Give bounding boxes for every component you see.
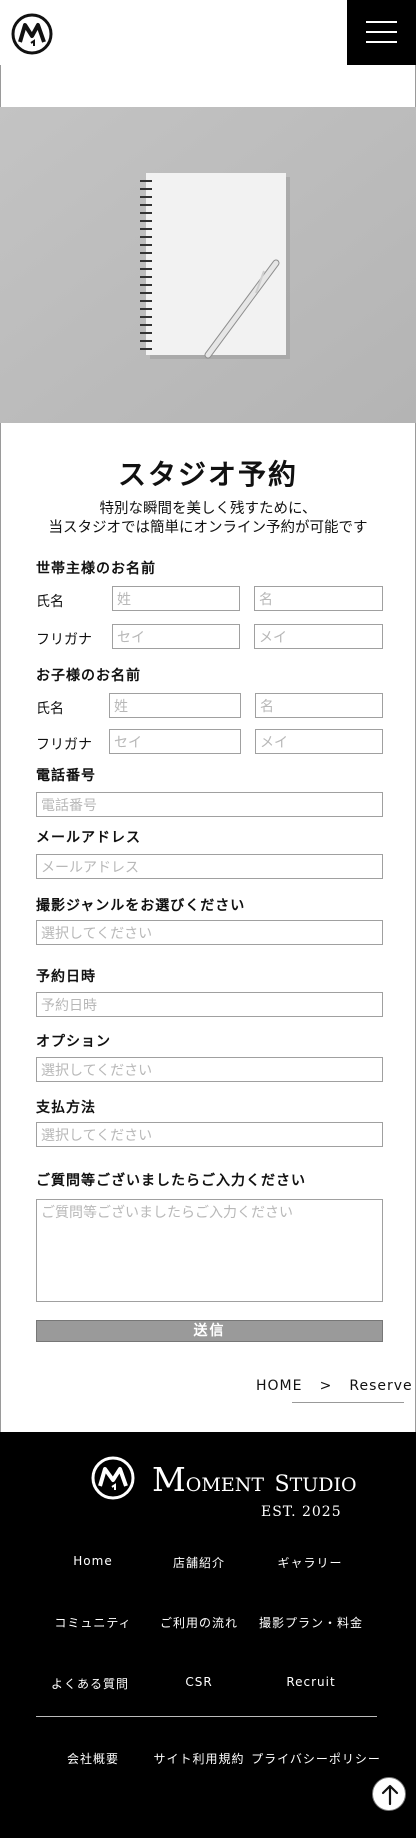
footer-est-year: EST. 2025	[261, 1504, 342, 1520]
page-lead: 特別な瞬間を美しく残すために、 当スタジオでは簡単にオンライン予約が可能です	[0, 500, 416, 538]
breadcrumb-underline	[292, 1402, 404, 1403]
phone-input[interactable]: 電話番号	[36, 792, 383, 817]
footer-link-privacy[interactable]: プライバシーポリシー	[251, 1750, 381, 1767]
householder-name-label: 氏名	[36, 594, 64, 610]
child-name-label: 氏名	[36, 701, 64, 717]
inquiry-heading: ご質問等ございましたらご入力ください	[36, 1173, 306, 1189]
breadcrumb: HOME > Reserve	[256, 1378, 413, 1394]
lead-line: 特別な瞬間を美しく残すために、	[99, 501, 317, 517]
footer-link-terms[interactable]: サイト利用規約	[139, 1750, 259, 1767]
hero-image	[0, 107, 416, 423]
breadcrumb-current: Reserve	[349, 1378, 413, 1394]
footer-link-recruit[interactable]: Recruit	[251, 1675, 371, 1689]
breadcrumb-home-link[interactable]: HOME	[256, 1378, 302, 1394]
payment-select[interactable]: 選択してください	[36, 1122, 383, 1147]
moment-studio-logo-icon[interactable]	[11, 13, 53, 55]
footer-link-store[interactable]: 店舗紹介	[139, 1554, 259, 1571]
child-kana-label: フリガナ	[36, 737, 92, 753]
site-footer: MOMENT STUDIO EST. 2025 Home 店舗紹介 ギャラリー …	[0, 1432, 416, 1838]
footer-divider	[36, 1716, 377, 1717]
submit-button[interactable]: 送信	[36, 1320, 383, 1342]
householder-kana-label: フリガナ	[36, 632, 92, 648]
footer-brand-name: MOMENT STUDIO	[152, 1460, 357, 1499]
householder-last-name-input[interactable]: 姓	[112, 586, 240, 611]
footer-link-company[interactable]: 会社概要	[33, 1750, 153, 1767]
footer-link-home[interactable]: Home	[33, 1554, 153, 1568]
brand-word: OMENT	[185, 1474, 264, 1496]
brand-letter: M	[152, 1460, 186, 1499]
householder-last-kana-input[interactable]: セイ	[112, 624, 240, 649]
brand-word: TUDIO	[289, 1474, 357, 1496]
householder-first-kana-input[interactable]: メイ	[254, 624, 383, 649]
child-first-name-input[interactable]: 名	[255, 693, 383, 718]
footer-link-faq[interactable]: よくある質問	[30, 1675, 150, 1692]
arrow-up-icon	[381, 1784, 399, 1806]
footer-link-flow[interactable]: ご利用の流れ	[139, 1614, 259, 1631]
hamburger-menu-icon	[366, 41, 397, 43]
option-select[interactable]: 選択してください	[36, 1057, 383, 1082]
footer-link-plan[interactable]: 撮影プラン・料金	[251, 1614, 371, 1631]
email-input[interactable]: メールアドレス	[36, 854, 383, 879]
hamburger-menu-button[interactable]	[347, 0, 416, 65]
genre-select[interactable]: 選択してください	[36, 920, 383, 945]
genre-heading: 撮影ジャンルをお選びください	[36, 898, 246, 914]
email-heading: メールアドレス	[36, 830, 141, 846]
brand-letter: S	[274, 1472, 290, 1497]
hamburger-menu-icon	[366, 31, 397, 33]
phone-heading: 電話番号	[36, 768, 96, 784]
option-heading: オプション	[36, 1034, 111, 1050]
moment-studio-logo-icon[interactable]	[85, 1452, 141, 1504]
householder-name-heading: 世帯主様のお名前	[36, 561, 156, 577]
footer-link-community[interactable]: コミュニティ	[33, 1614, 153, 1631]
child-name-heading: お子様のお名前	[36, 668, 141, 684]
child-last-name-input[interactable]: 姓	[109, 693, 241, 718]
date-input[interactable]: 予約日時	[36, 992, 383, 1017]
child-first-kana-input[interactable]: メイ	[255, 729, 383, 754]
payment-heading: 支払方法	[36, 1100, 96, 1116]
footer-link-csr[interactable]: CSR	[139, 1675, 259, 1689]
lead-line: 当スタジオでは簡単にオンライン予約が可能です	[48, 520, 368, 536]
footer-link-gallery[interactable]: ギャラリー	[250, 1554, 370, 1571]
page-title: スタジオ予約	[117, 458, 298, 491]
site-header	[0, 0, 416, 65]
date-heading: 予約日時	[36, 969, 96, 985]
child-last-kana-input[interactable]: セイ	[109, 729, 241, 754]
householder-first-name-input[interactable]: 名	[254, 586, 383, 611]
back-to-top-button[interactable]	[372, 1777, 406, 1811]
inquiry-textarea[interactable]: ご質問等ございましたらご入力ください	[36, 1199, 383, 1302]
breadcrumb-separator: >	[319, 1378, 333, 1394]
hamburger-menu-icon	[366, 21, 397, 23]
